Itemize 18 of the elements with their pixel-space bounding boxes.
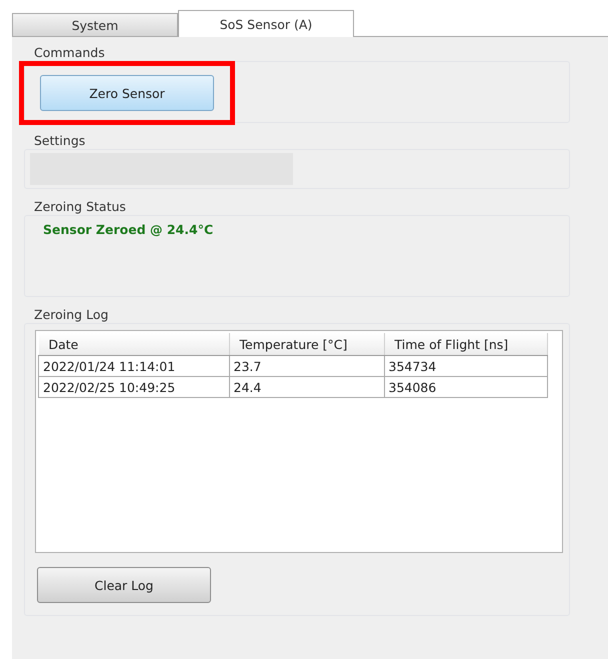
column-header[interactable]: Date [38,333,229,356]
group-title: Settings [34,133,86,148]
table-cell: 354734 [384,356,548,376]
status-message: Sensor Zeroed @ 24.4°C [42,222,214,239]
tab[interactable]: SoS Sensor (A) [178,10,354,37]
group-title: Commands [34,45,105,60]
table-cell: 2022/01/24 11:14:01 [38,356,229,376]
table-cell: 354086 [384,376,548,398]
table-cell: 2022/02/25 10:49:25 [38,376,229,398]
clear-log-button[interactable]: Clear Log [37,567,211,603]
zero-sensor-button[interactable]: Zero Sensor [40,75,214,111]
table-cell: 24.4 [229,376,384,398]
tab[interactable]: System [12,13,178,36]
group-title: Zeroing Log [34,307,108,322]
column-header[interactable]: Temperature [°C] [229,333,384,356]
table-cell: 23.7 [229,356,384,376]
column-header[interactable]: Time of Flight [ns] [384,333,548,356]
group-title: Zeroing Status [34,199,126,214]
